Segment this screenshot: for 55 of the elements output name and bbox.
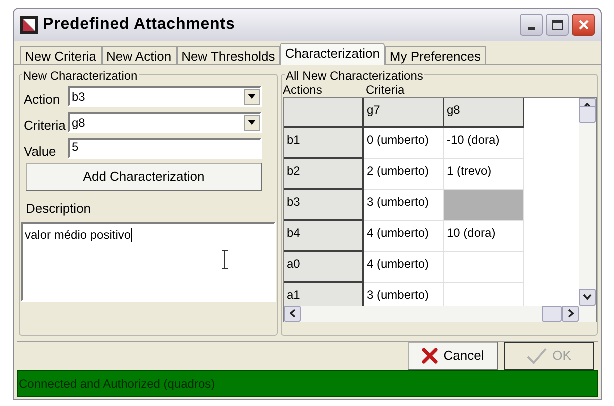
text-cursor-icon bbox=[221, 250, 229, 270]
description-text: valor médio positivo bbox=[25, 228, 132, 242]
tab[interactable]: New Thresholds bbox=[176, 46, 280, 64]
table-cell: 3 (umberto) bbox=[364, 282, 444, 306]
table-cell: 0 (umberto) bbox=[364, 128, 444, 159]
scroll-right-button[interactable] bbox=[562, 306, 579, 322]
chevron-down-icon bbox=[583, 294, 592, 300]
row-header: b2 bbox=[284, 158, 364, 190]
vertical-scrollbar[interactable] bbox=[579, 98, 596, 306]
table-cell: 4 (umberto) bbox=[364, 220, 444, 252]
scroll-thumb[interactable] bbox=[579, 106, 596, 124]
row-header: b3 bbox=[284, 190, 364, 221]
table-cell: 10 (dora) bbox=[444, 220, 524, 252]
check-icon bbox=[526, 348, 547, 364]
horizontal-scrollbar[interactable] bbox=[284, 306, 596, 322]
chevron-right-icon bbox=[568, 309, 574, 318]
table-cell: 4 (umberto) bbox=[364, 252, 444, 283]
value-field[interactable]: 5 bbox=[68, 138, 262, 160]
status-bar: Connected and Authorized (quadros) bbox=[17, 370, 598, 397]
maximize-button[interactable] bbox=[546, 14, 569, 36]
close-icon bbox=[578, 18, 590, 31]
scroll-down-button[interactable] bbox=[579, 288, 596, 306]
dropdown[interactable]: g8 bbox=[68, 112, 262, 134]
tab[interactable]: New Action bbox=[102, 46, 177, 64]
close-button[interactable] bbox=[572, 14, 595, 36]
tab[interactable]: My Preferences bbox=[384, 46, 486, 64]
scroll-left-button[interactable] bbox=[284, 306, 301, 322]
tab[interactable]: New Criteria bbox=[20, 46, 102, 64]
scroll-thumb[interactable] bbox=[542, 306, 562, 322]
description-field[interactable]: valor médio positivo bbox=[21, 222, 276, 302]
tab[interactable]: Characterization bbox=[280, 42, 385, 65]
dropdown[interactable]: b3 bbox=[68, 86, 262, 108]
actions-label: Actions bbox=[283, 82, 324, 97]
cross-icon bbox=[422, 348, 438, 364]
field-label: Criteria bbox=[24, 116, 67, 135]
table-cell: 2 (umberto) bbox=[364, 158, 444, 190]
table-cell: -10 (dora) bbox=[444, 128, 524, 159]
window-title: Predefined Attachments bbox=[43, 14, 236, 35]
row-header: b4 bbox=[284, 220, 364, 252]
chevron-left-icon bbox=[290, 309, 296, 318]
column-header: g7 bbox=[364, 98, 444, 128]
table-cell: 1 (trevo) bbox=[444, 158, 524, 190]
description-label: Description bbox=[26, 200, 92, 218]
row-header: a0 bbox=[284, 252, 364, 283]
row-header: b1 bbox=[284, 128, 364, 159]
cancel-button[interactable]: Cancel bbox=[408, 342, 498, 370]
column-header: g8 bbox=[444, 98, 524, 128]
field-label: Action bbox=[24, 90, 62, 109]
app-logo-icon bbox=[20, 16, 38, 34]
field-label: Value bbox=[24, 142, 58, 161]
table-cell: 3 (umberto) bbox=[364, 190, 444, 221]
criteria-label: Criteria bbox=[366, 82, 405, 97]
add-characterization-button[interactable]: Add Characterization bbox=[26, 162, 262, 191]
minimize-button[interactable] bbox=[520, 14, 543, 36]
row-header: a1 bbox=[284, 282, 364, 306]
